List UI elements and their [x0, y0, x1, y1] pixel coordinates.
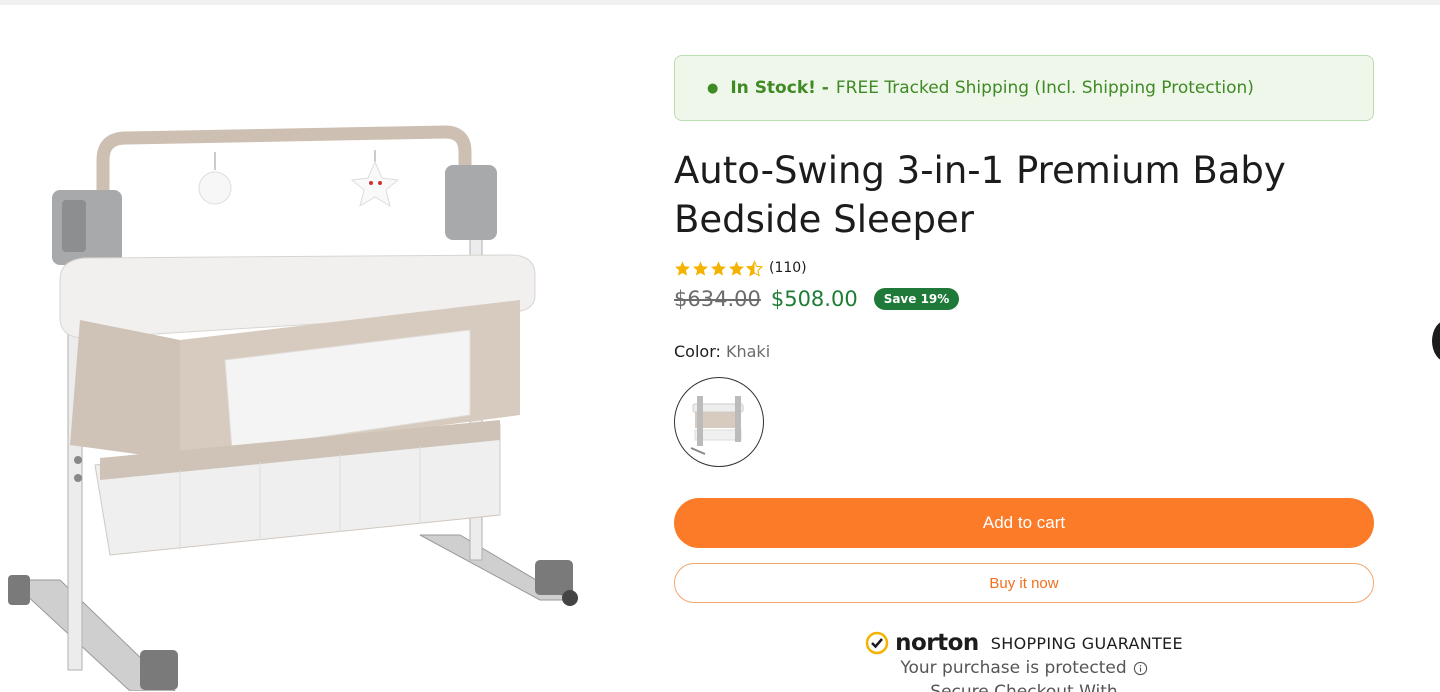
color-swatch-khaki[interactable]	[674, 377, 764, 467]
star-icon	[693, 260, 708, 276]
star-icon	[711, 260, 726, 276]
product-rating[interactable]: (110)	[674, 258, 1374, 278]
price-row: $634.00 $508.00 Save 19%	[674, 284, 1374, 314]
shipping-message: FREE Tracked Shipping (Incl. Shipping Pr…	[835, 78, 1254, 98]
product-info: ● In Stock! - FREE Tracked Shipping (Inc…	[674, 55, 1374, 692]
sale-price: $508.00	[770, 287, 858, 311]
half-star-icon	[746, 259, 763, 277]
info-icon[interactable]	[1133, 661, 1148, 676]
purchase-protected-text: Your purchase is protected	[900, 658, 1127, 678]
add-to-cart-button[interactable]: Add to cart	[674, 498, 1374, 548]
check-icon	[865, 631, 889, 655]
rating-stars	[674, 259, 763, 277]
stock-status: In Stock! -	[730, 78, 829, 98]
compare-price: $634.00	[674, 287, 761, 311]
product-title: Auto-Swing 3-in-1 Premium Baby Bedside S…	[674, 149, 1286, 241]
norton-logo-text: norton	[895, 630, 979, 656]
review-count: (110)	[769, 260, 807, 276]
buy-now-button[interactable]: Buy it now	[674, 563, 1374, 603]
star-icon	[729, 260, 744, 276]
product-image[interactable]	[0, 40, 600, 691]
norton-guarantee[interactable]: norton SHOPPING GUARANTEE Your purchase …	[674, 630, 1374, 692]
color-value: Khaki	[725, 342, 771, 361]
color-label: Color:	[674, 342, 721, 361]
save-badge: Save 19%	[873, 288, 960, 310]
next-arrow-icon[interactable]	[1432, 320, 1440, 362]
stock-banner: ● In Stock! - FREE Tracked Shipping (Inc…	[674, 55, 1374, 121]
norton-guarantee-text: SHOPPING GUARANTEE	[990, 633, 1183, 653]
top-divider	[0, 0, 1440, 5]
swatch-thumbnail	[690, 396, 744, 455]
bullet-icon: ●	[707, 80, 719, 96]
star-icon	[675, 260, 690, 276]
color-selector-label: Color: Khaki	[674, 342, 1374, 361]
